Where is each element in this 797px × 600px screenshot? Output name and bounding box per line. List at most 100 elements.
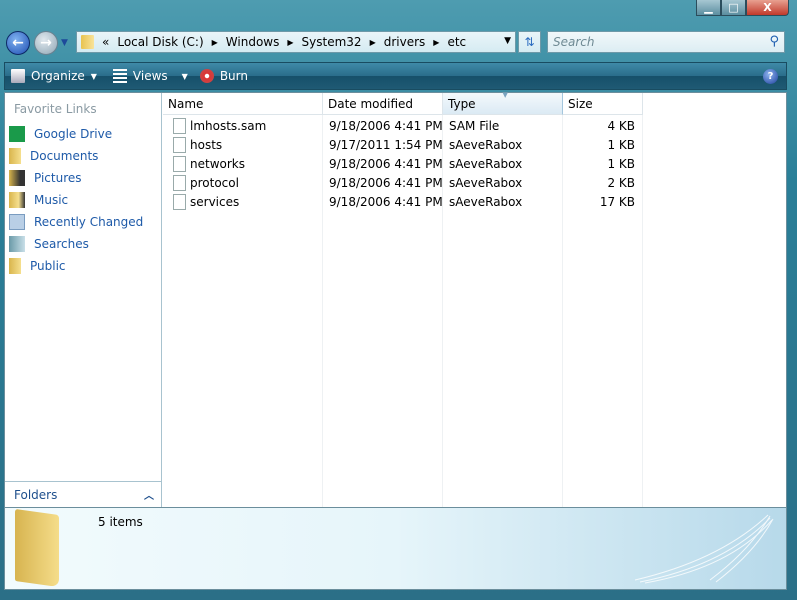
nav-item-documents[interactable]: Documents bbox=[9, 146, 98, 166]
refresh-icon: ⇅ bbox=[524, 35, 535, 49]
breadcrumb-drivers[interactable]: drivers bbox=[384, 35, 426, 49]
file-row[interactable]: services 9/18/2006 4:41 PM sAeveRabox 17… bbox=[163, 193, 643, 212]
chevron-up-icon: ︿ bbox=[144, 491, 154, 502]
address-overflow[interactable]: « bbox=[102, 35, 109, 49]
nav-item-pictures[interactable]: Pictures bbox=[9, 168, 82, 188]
nav-label: Music bbox=[34, 193, 69, 207]
organize-button[interactable]: Organize ▼ bbox=[5, 63, 103, 89]
refresh-button[interactable]: ⇅ bbox=[518, 31, 541, 53]
address-bar[interactable]: « Local Disk (C:) ▶ Windows ▶ System32 ▶ dr… bbox=[76, 31, 516, 53]
navigation-pane: Favorite Links Google Drive Documents Pi… bbox=[5, 93, 162, 507]
burn-disc-icon bbox=[199, 69, 214, 83]
file-type: sAeveRabox bbox=[449, 138, 523, 152]
file-name: protocol bbox=[190, 176, 239, 190]
arrow-right-icon: → bbox=[40, 35, 52, 51]
file-size: 4 KB bbox=[607, 119, 635, 133]
command-bar: Organize ▼ Views ▼ Burn ? bbox=[4, 62, 787, 90]
file-icon bbox=[173, 137, 186, 153]
breadcrumb-arrow-icon[interactable]: ▶ bbox=[212, 38, 218, 47]
breadcrumb-arrow-icon[interactable]: ▶ bbox=[287, 38, 293, 47]
forward-button[interactable]: → bbox=[34, 31, 58, 55]
breadcrumb-system32[interactable]: System32 bbox=[302, 35, 362, 49]
breadcrumb-arrow-icon[interactable]: ▶ bbox=[433, 38, 439, 47]
breadcrumb-arrow-icon[interactable]: ▶ bbox=[370, 38, 376, 47]
back-button[interactable]: ← bbox=[6, 31, 30, 55]
file-size: 2 KB bbox=[607, 176, 635, 190]
help-icon[interactable]: ? bbox=[763, 69, 778, 84]
file-name: networks bbox=[190, 157, 245, 171]
file-size: 17 KB bbox=[599, 195, 635, 209]
address-dropdown[interactable]: ▼ bbox=[504, 36, 511, 46]
file-icon bbox=[173, 118, 186, 134]
nav-label: Google Drive bbox=[34, 127, 113, 141]
file-list: Name Date modified ▼ Type Size lmhosts.sa… bbox=[163, 91, 786, 507]
nav-item-public[interactable]: Public bbox=[9, 256, 66, 276]
file-row[interactable]: protocol 9/18/2006 4:41 PM sAeveRabox 2 … bbox=[163, 174, 643, 193]
file-size: 1 KB bbox=[607, 138, 635, 152]
burn-button[interactable]: Burn bbox=[194, 63, 254, 89]
recently-changed-icon bbox=[9, 214, 25, 230]
folders-toggle[interactable]: Folders ︿ bbox=[5, 481, 161, 507]
file-icon bbox=[173, 156, 186, 172]
nav-label: Public bbox=[30, 259, 66, 273]
search-input[interactable]: Search ⚲ bbox=[547, 31, 785, 53]
breadcrumb-etc[interactable]: etc bbox=[447, 35, 466, 49]
folder-icon bbox=[15, 508, 59, 588]
folder-icon bbox=[9, 148, 21, 164]
file-icon bbox=[173, 194, 186, 210]
google-drive-icon bbox=[9, 126, 25, 142]
pictures-folder-icon bbox=[9, 170, 25, 186]
organize-label: Organize bbox=[31, 69, 85, 83]
nav-item-searches[interactable]: Searches bbox=[9, 234, 89, 254]
search-icon[interactable]: ⚲ bbox=[769, 34, 779, 49]
item-count: 5 items bbox=[98, 515, 143, 529]
nav-label: Recently Changed bbox=[34, 215, 144, 229]
file-date: 9/18/2006 4:41 PM bbox=[329, 119, 443, 133]
window-controls: ▁ □ X bbox=[584, 0, 789, 16]
column-label: Type bbox=[448, 96, 476, 111]
minimize-button[interactable]: ▁ bbox=[696, 0, 721, 16]
music-folder-icon bbox=[9, 192, 25, 208]
views-button[interactable]: Views ▼ bbox=[107, 63, 194, 89]
explorer-main: Favorite Links Google Drive Documents Pi… bbox=[4, 91, 787, 508]
decorative-swoosh bbox=[634, 514, 774, 584]
file-name: hosts bbox=[190, 138, 223, 152]
file-date: 9/18/2006 4:41 PM bbox=[329, 195, 443, 209]
details-pane: 5 items bbox=[4, 508, 787, 590]
organize-icon bbox=[11, 69, 25, 83]
column-header-name[interactable]: Name bbox=[163, 93, 323, 115]
file-row[interactable]: networks 9/18/2006 4:41 PM sAeveRabox 1 … bbox=[163, 155, 643, 174]
sort-arrow-icon: ▼ bbox=[502, 91, 508, 99]
nav-item-music[interactable]: Music bbox=[9, 190, 68, 210]
breadcrumb-windows[interactable]: Windows bbox=[226, 35, 280, 49]
file-date: 9/18/2006 4:41 PM bbox=[329, 176, 443, 190]
column-header-date-modified[interactable]: Date modified bbox=[323, 93, 443, 115]
file-date: 9/18/2006 4:41 PM bbox=[329, 157, 443, 171]
file-icon bbox=[173, 175, 186, 191]
burn-label: Burn bbox=[219, 69, 248, 83]
nav-label: Searches bbox=[34, 237, 89, 251]
nav-item-recently-changed[interactable]: Recently Changed bbox=[9, 212, 143, 232]
file-type: sAeveRabox bbox=[449, 195, 523, 209]
nav-item-google-drive[interactable]: Google Drive bbox=[9, 124, 112, 144]
views-label: Views bbox=[132, 69, 168, 83]
file-type: sAeveRabox bbox=[449, 176, 523, 190]
searches-icon bbox=[9, 236, 25, 252]
file-type: SAM File bbox=[449, 119, 500, 133]
file-row[interactable]: hosts 9/17/2011 1:54 PM sAeveRabox 1 KB bbox=[163, 136, 643, 155]
file-name: lmhosts.sam bbox=[190, 119, 267, 133]
breadcrumb-local-disk[interactable]: Local Disk (C:) bbox=[117, 35, 203, 49]
file-row[interactable]: lmhosts.sam 9/18/2006 4:41 PM SAM File 4… bbox=[163, 117, 643, 136]
favorite-links-title: Favorite Links bbox=[14, 102, 97, 116]
folders-label: Folders bbox=[14, 487, 58, 502]
close-button[interactable]: X bbox=[746, 0, 789, 16]
recent-pages-dropdown[interactable]: ▼ bbox=[61, 38, 68, 48]
maximize-button[interactable]: □ bbox=[721, 0, 746, 16]
column-header-size[interactable]: Size bbox=[563, 93, 643, 115]
folder-icon bbox=[9, 258, 21, 274]
views-icon bbox=[112, 69, 127, 83]
file-type: sAeveRabox bbox=[449, 157, 523, 171]
folder-icon bbox=[81, 35, 94, 49]
column-header-type[interactable]: ▼ Type bbox=[443, 91, 563, 115]
file-size: 1 KB bbox=[607, 157, 635, 171]
